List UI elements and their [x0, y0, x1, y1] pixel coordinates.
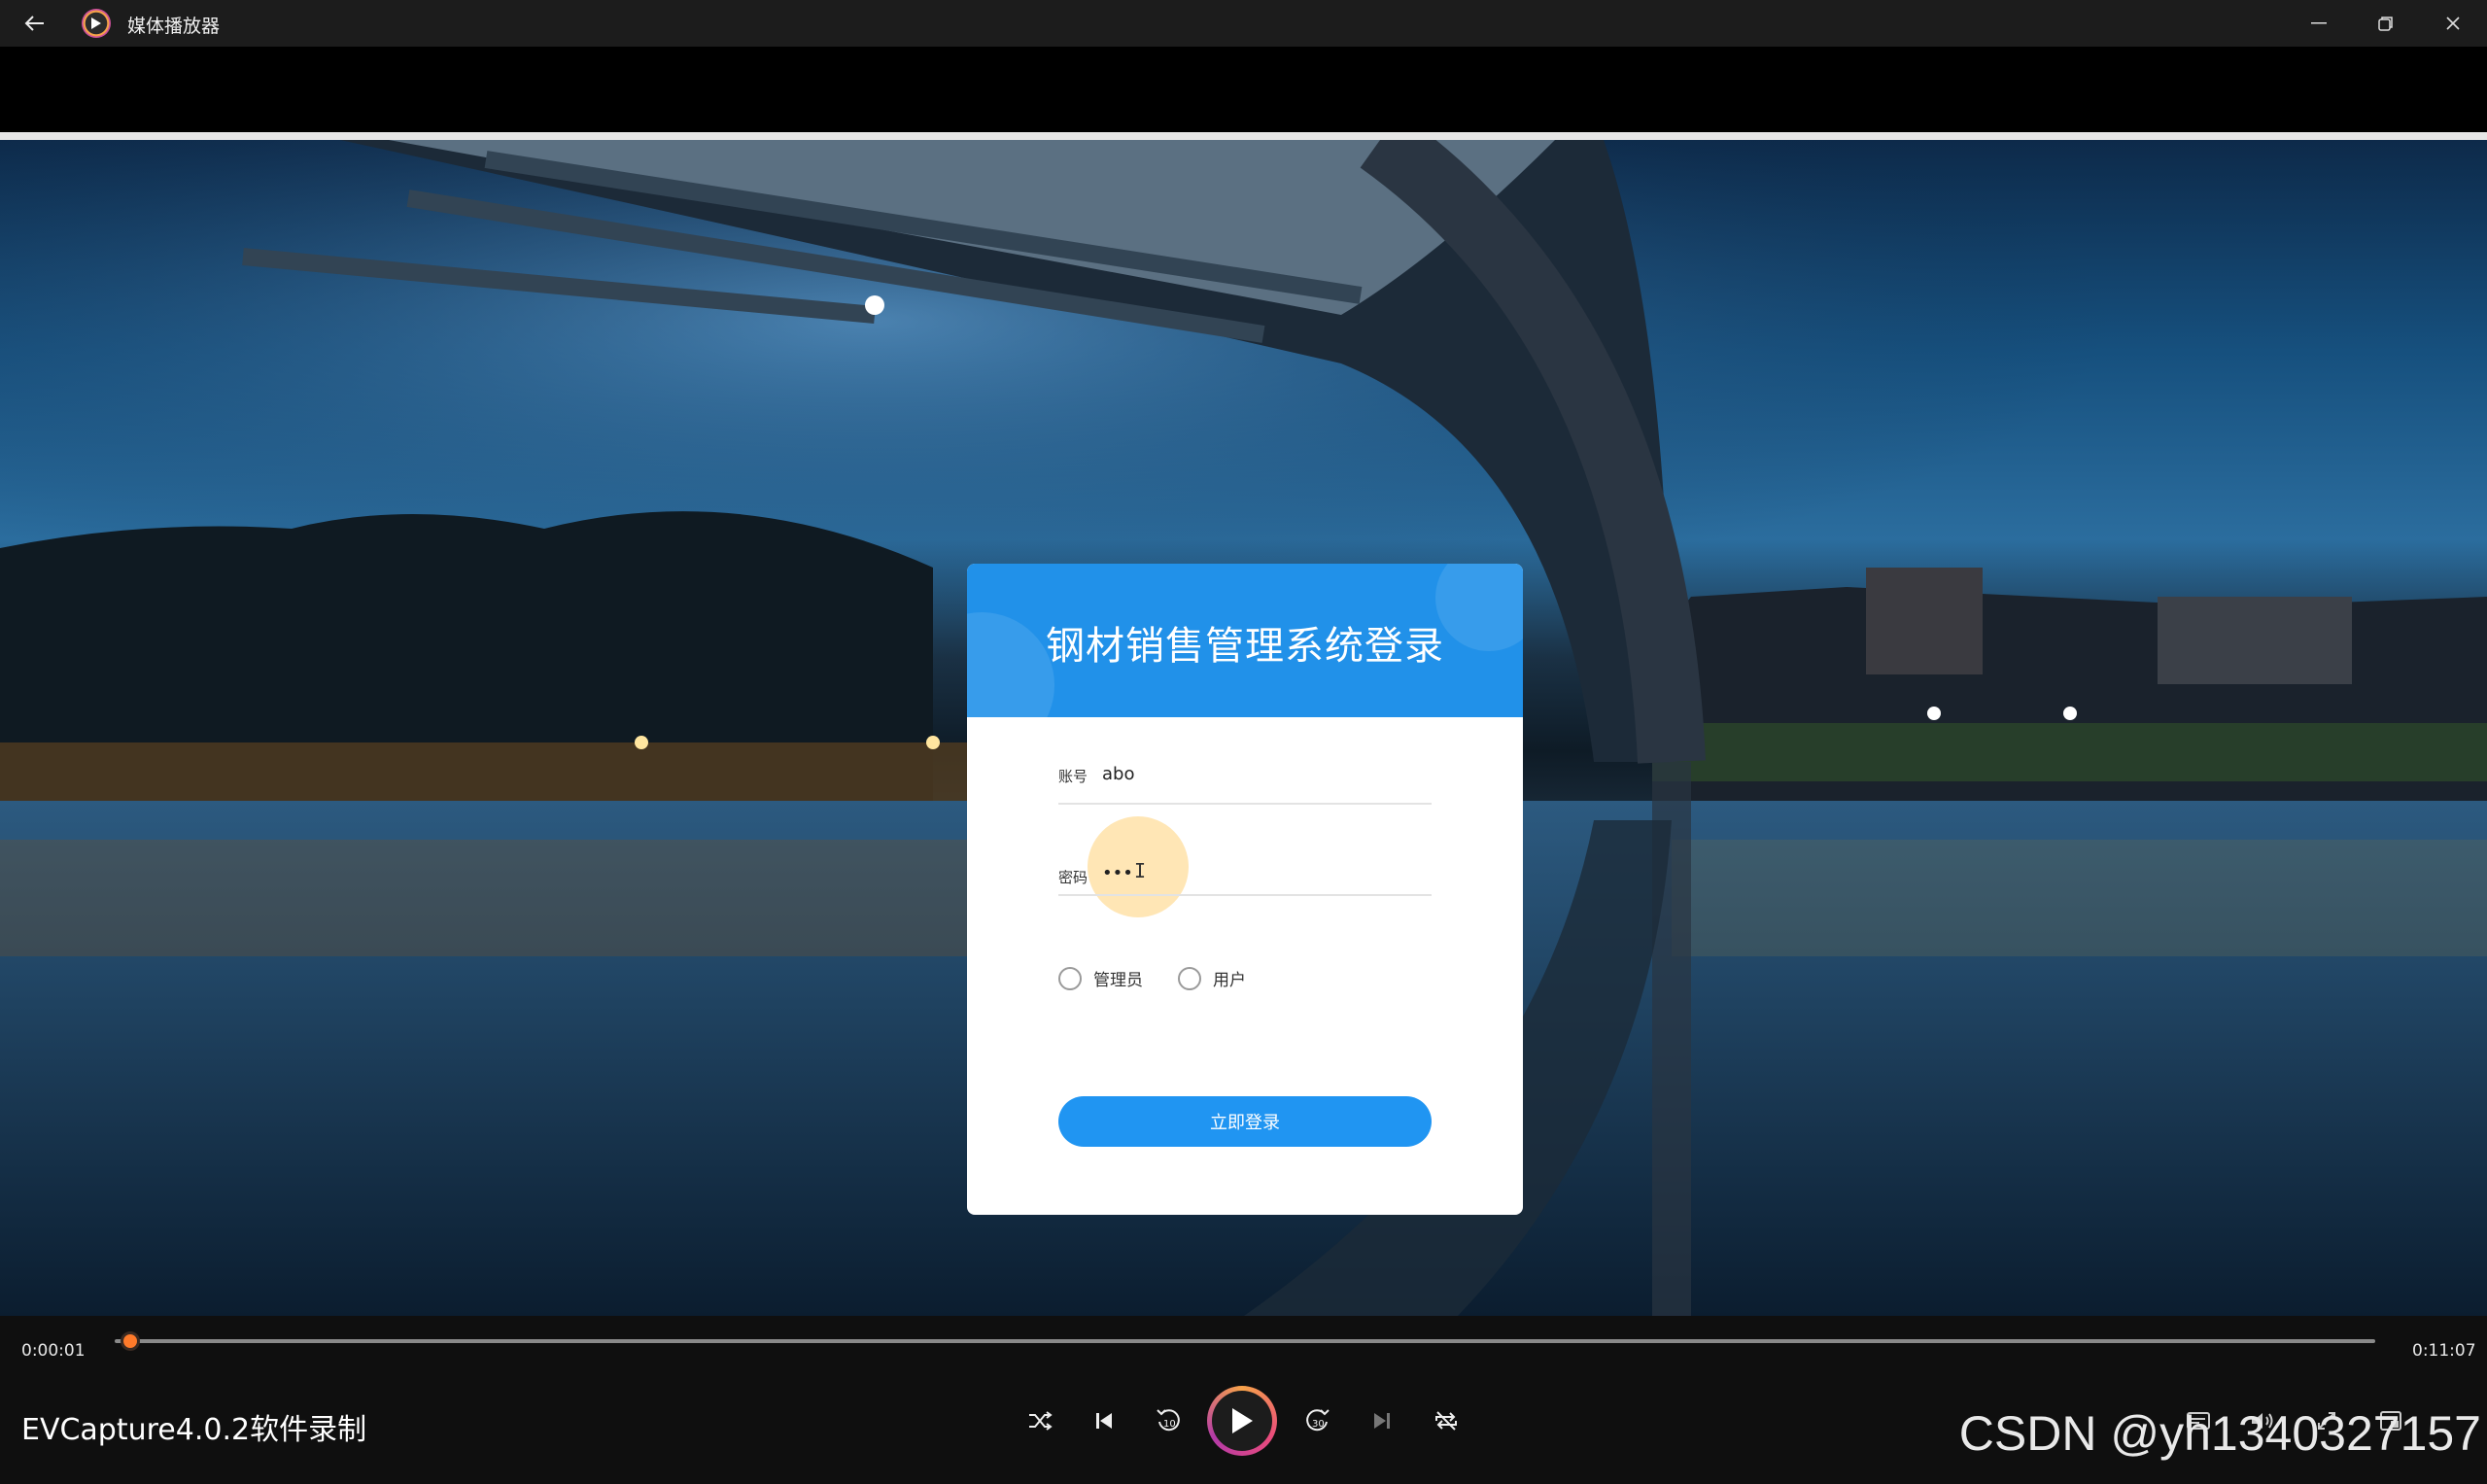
window-title: 媒体播放器 [127, 16, 221, 37]
role-label-admin: 管理员 [1093, 971, 1143, 990]
password-label: 密码 [1058, 869, 1088, 886]
role-radio-user[interactable]: 用户 [1178, 966, 1246, 990]
seek-thumb[interactable] [121, 1331, 140, 1351]
current-time: 0:00:01 [21, 1341, 86, 1361]
account-label: 账号 [1058, 768, 1088, 785]
close-icon[interactable] [2424, 4, 2482, 43]
play-button-inner[interactable] [1212, 1391, 1272, 1451]
rewind-10-icon[interactable]: 10 [1143, 1396, 1193, 1446]
minimize-icon[interactable] [2290, 4, 2348, 43]
radio-circle-icon[interactable] [1178, 966, 1201, 990]
login-button[interactable]: 立即登录 [1058, 1096, 1432, 1147]
forward-30-icon[interactable]: 30 [1293, 1396, 1343, 1446]
forward-label: 30 [1312, 1419, 1325, 1430]
rewind-label: 10 [1163, 1419, 1176, 1430]
shuffle-icon[interactable] [1015, 1396, 1065, 1446]
login-card-header: 钢材销售管理系统登录 [967, 564, 1523, 717]
media-player-icon [82, 9, 111, 38]
role-radio-admin[interactable]: 管理员 [1058, 966, 1143, 990]
play-icon [1232, 1408, 1253, 1433]
video-frame[interactable]: 钢材销售管理系统登录 账号 abo I 密码 ••• 管理员 用户 立即登录 [0, 140, 2487, 1316]
password-input[interactable]: ••• [1102, 863, 1133, 883]
media-caption: EVCapture4.0.2软件录制 [21, 1413, 367, 1447]
letterbox [0, 47, 2487, 132]
back-arrow-icon[interactable] [17, 8, 52, 39]
next-icon[interactable] [1357, 1396, 1407, 1446]
account-input[interactable]: abo [1102, 764, 1134, 784]
previous-icon[interactable] [1079, 1396, 1129, 1446]
restore-icon[interactable] [2357, 4, 2415, 43]
video-top-edge [0, 132, 2487, 140]
play-button[interactable] [1207, 1386, 1277, 1456]
login-card: 钢材销售管理系统登录 账号 abo I 密码 ••• 管理员 用户 立即登录 [967, 564, 1523, 1215]
total-time: 0:11:07 [2412, 1341, 2476, 1361]
csdn-watermark: CSDN @yh1340327157 [1958, 1406, 2481, 1461]
seek-bar[interactable] [115, 1339, 2375, 1343]
role-label-user: 用户 [1213, 971, 1246, 990]
login-title: 钢材销售管理系统登录 [1046, 624, 1444, 669]
password-field[interactable]: 密码 ••• [1058, 846, 1432, 896]
radio-circle-icon[interactable] [1058, 966, 1082, 990]
repeat-icon[interactable] [1421, 1396, 1471, 1446]
account-field[interactable]: 账号 abo [1058, 754, 1432, 805]
title-bar: 媒体播放器 [0, 0, 2487, 47]
